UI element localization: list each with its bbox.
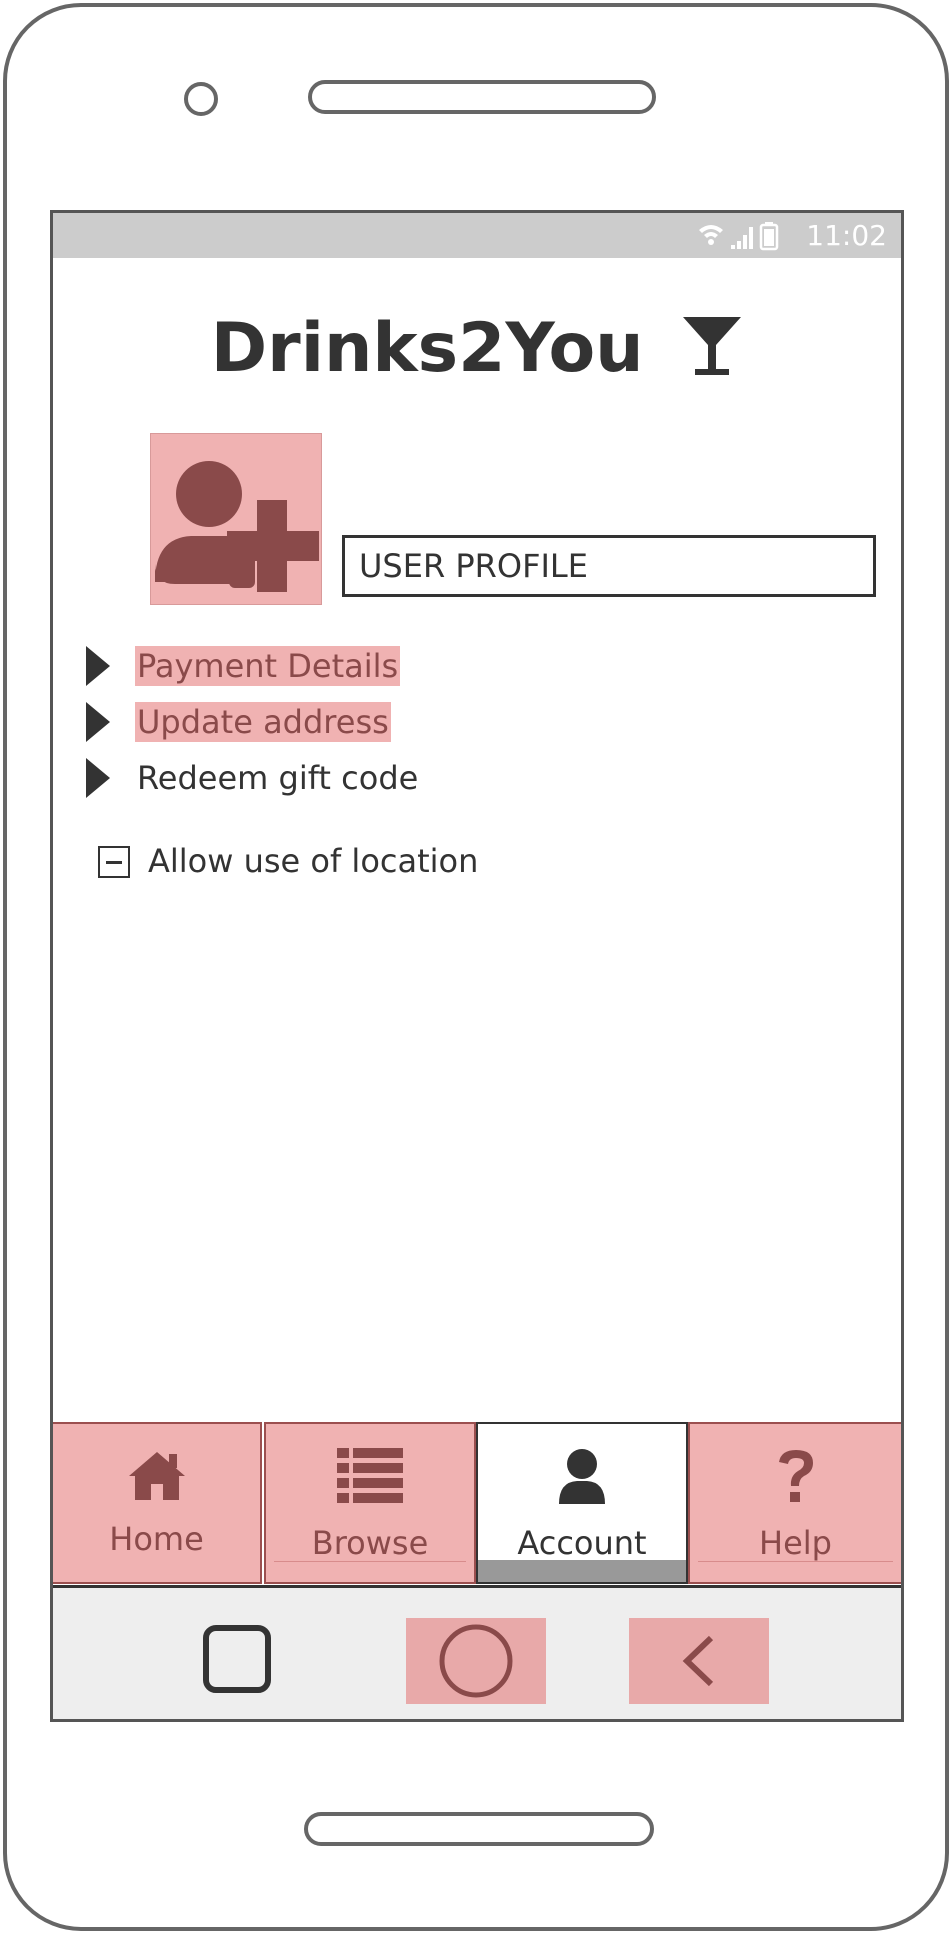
battery-icon	[759, 222, 779, 251]
menu-item-redeem-gift-code[interactable]: Redeem gift code	[135, 758, 420, 798]
tab-underline	[274, 1561, 466, 1562]
tab-home-label: Home	[109, 1520, 204, 1558]
expand-arrow-icon[interactable]	[86, 702, 110, 742]
tab-account[interactable]: Account	[476, 1422, 688, 1584]
tab-underline	[698, 1561, 893, 1562]
tab-account-label: Account	[517, 1524, 647, 1562]
back-nav-button[interactable]	[629, 1618, 769, 1704]
status-bar: 11:02	[53, 213, 901, 258]
user-profile-field[interactable]	[342, 535, 876, 597]
app-title: Drinks2You	[53, 309, 901, 388]
cocktail-glass-icon	[683, 317, 742, 375]
status-icons	[699, 222, 779, 251]
expand-arrow-icon[interactable]	[86, 758, 110, 798]
menu-item-payment-details[interactable]: Payment Details	[135, 646, 401, 686]
phone-screen: 11:02 Drinks2You Payment Details Update …	[50, 210, 904, 1722]
tab-help[interactable]: Help	[688, 1422, 901, 1584]
list-icon	[337, 1448, 403, 1503]
tab-browse-label: Browse	[311, 1524, 429, 1562]
status-time: 11:02	[806, 219, 887, 252]
back-icon	[682, 1635, 714, 1687]
home-icon	[128, 1452, 185, 1500]
question-icon	[778, 1450, 813, 1502]
location-checkbox-label: Allow use of location	[148, 842, 479, 880]
tab-browse[interactable]: Browse	[264, 1422, 476, 1584]
wifi-icon	[699, 225, 723, 245]
tab-help-label: Help	[759, 1524, 832, 1562]
system-nav-bar	[53, 1585, 901, 1719]
hardware-home-button	[304, 1812, 654, 1846]
active-tab-indicator	[478, 1560, 686, 1582]
home-nav-button[interactable]	[406, 1618, 546, 1704]
app-title-text: Drinks2You	[210, 309, 644, 388]
menu-item-update-address[interactable]: Update address	[135, 702, 391, 742]
add-user-icon	[155, 461, 319, 592]
expand-arrow-icon[interactable]	[86, 646, 110, 686]
recent-apps-button[interactable]	[201, 1618, 273, 1704]
front-camera	[184, 82, 218, 116]
location-checkbox[interactable]	[98, 846, 130, 878]
profile-avatar-button[interactable]	[150, 433, 322, 605]
signal-icon	[731, 227, 753, 249]
recent-apps-icon	[203, 1625, 271, 1693]
home-circle-icon	[439, 1624, 513, 1698]
user-icon	[559, 1449, 605, 1504]
tab-home[interactable]: Home	[53, 1422, 262, 1584]
earpiece-speaker	[308, 80, 656, 114]
